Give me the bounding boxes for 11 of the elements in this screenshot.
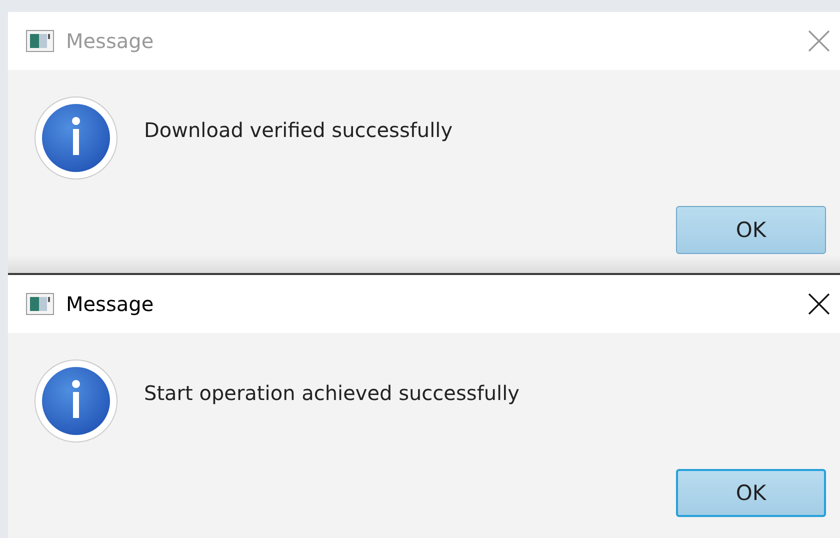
window-title: Message xyxy=(66,29,155,53)
message-text: Start operation achieved successfully xyxy=(144,381,520,405)
close-icon[interactable] xyxy=(808,293,830,315)
info-icon xyxy=(34,359,118,443)
ok-button[interactable]: OK xyxy=(676,206,826,254)
window-title: Message xyxy=(66,292,155,316)
info-icon xyxy=(34,96,118,180)
message-text: Download verified successfully xyxy=(144,118,453,142)
ok-button[interactable]: OK xyxy=(676,469,826,517)
app-icon xyxy=(26,293,54,315)
app-icon xyxy=(26,30,54,52)
